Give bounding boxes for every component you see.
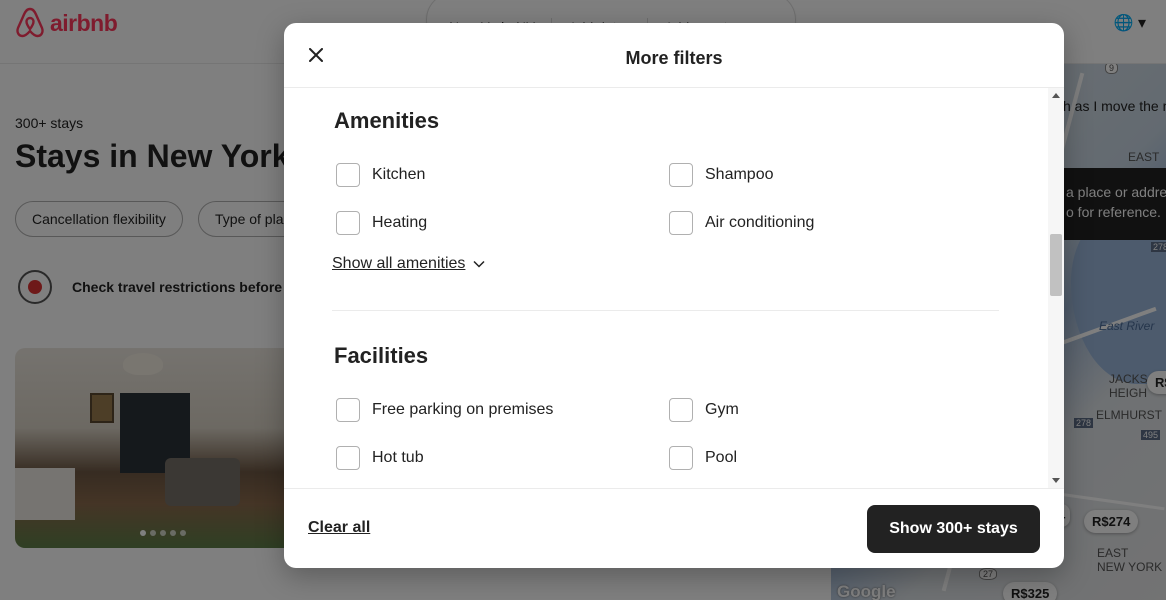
checkbox-label: Pool	[705, 449, 738, 466]
modal-scrollbar[interactable]	[1048, 88, 1064, 488]
show-all-amenities-text: Show all amenities	[332, 255, 466, 272]
checkbox-box[interactable]	[669, 211, 693, 235]
more-filters-modal: More filters Amenities Kitchen Shampoo H…	[284, 23, 1064, 568]
checkbox-box[interactable]	[336, 163, 360, 187]
checkbox-shampoo[interactable]: Shampoo	[669, 163, 774, 187]
checkbox-label: Hot tub	[372, 449, 424, 466]
modal-header: More filters	[284, 23, 1064, 88]
checkbox-pool[interactable]: Pool	[669, 446, 737, 470]
filters-scroll-area[interactable]: Amenities Kitchen Shampoo Heating Air co…	[284, 88, 1064, 488]
modal-footer: Clear all Show 300+ stays	[284, 488, 1064, 568]
checkbox-heating[interactable]: Heating	[336, 211, 427, 235]
section-title-amenities: Amenities	[334, 108, 440, 133]
checkbox-box[interactable]	[336, 398, 360, 422]
checkbox-label: Air conditioning	[705, 214, 815, 231]
checkbox-box[interactable]	[669, 163, 693, 187]
checkbox-label: Free parking on premises	[372, 401, 554, 418]
clear-all-button[interactable]: Clear all	[308, 519, 370, 537]
checkbox-kitchen[interactable]: Kitchen	[336, 163, 425, 187]
checkbox-box[interactable]	[336, 211, 360, 235]
checkbox-box[interactable]	[669, 446, 693, 470]
checkbox-label: Heating	[372, 214, 428, 231]
show-all-amenities-link[interactable]: Show all amenities	[332, 255, 485, 273]
modal-title: More filters	[625, 48, 723, 68]
chevron-down-icon	[473, 260, 485, 268]
checkbox-label: Kitchen	[372, 166, 426, 183]
checkbox-label: Gym	[705, 401, 739, 418]
checkbox-air-conditioning[interactable]: Air conditioning	[669, 211, 814, 235]
scrollbar-thumb[interactable]	[1050, 234, 1062, 296]
checkbox-hot-tub[interactable]: Hot tub	[336, 446, 424, 470]
checkbox-box[interactable]	[669, 398, 693, 422]
checkbox-label: Shampoo	[705, 166, 774, 183]
scroll-up-arrow-icon[interactable]	[1052, 93, 1060, 98]
scroll-down-arrow-icon[interactable]	[1052, 478, 1060, 483]
section-title-facilities: Facilities	[334, 343, 429, 368]
show-stays-button[interactable]: Show 300+ stays	[867, 505, 1040, 553]
checkbox-box[interactable]	[336, 446, 360, 470]
checkbox-gym[interactable]: Gym	[669, 398, 739, 422]
section-divider	[332, 310, 999, 311]
checkbox-free-parking[interactable]: Free parking on premises	[336, 398, 553, 422]
